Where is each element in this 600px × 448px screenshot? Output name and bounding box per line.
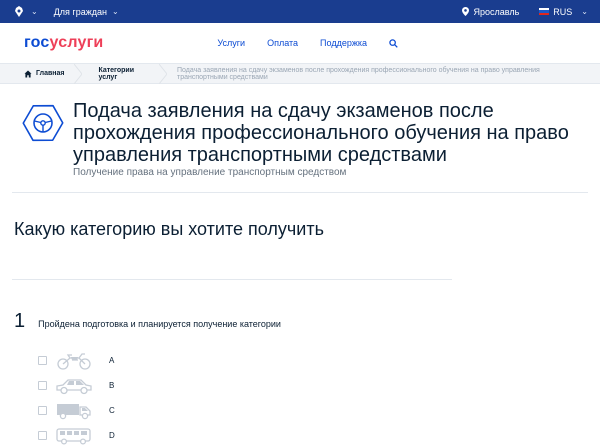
bus-icon <box>56 427 91 445</box>
option-category-b[interactable]: B <box>38 373 115 398</box>
option-category-d[interactable]: D <box>38 423 115 448</box>
option-label: C <box>109 406 115 415</box>
service-header: Подача заявления на сдачу экзаменов посл… <box>0 84 600 192</box>
steering-wheel-icon <box>22 104 64 142</box>
audience-label: Для граждан <box>53 6 107 17</box>
breadcrumb-current: Подача заявления на сдачу экзаменов посл… <box>163 64 600 83</box>
chevron-down-icon: ⌄ <box>581 7 588 16</box>
nav-services[interactable]: Услуги <box>217 38 245 48</box>
language-label: RUS <box>553 6 573 17</box>
truck-icon <box>57 403 91 419</box>
location-pin-icon <box>462 7 470 16</box>
option-category-a[interactable]: A <box>38 348 115 373</box>
checkbox[interactable] <box>38 406 47 415</box>
breadcrumb-categories[interactable]: Категории услуг <box>78 64 167 84</box>
top-bar: ⌄ Для граждан ⌄ Ярославль RUS ⌄ <box>0 0 600 23</box>
nav-support[interactable]: Поддержка <box>320 38 367 48</box>
logo-part-uslugi: услуги <box>49 34 104 51</box>
audience-selector[interactable]: Для граждан ⌄ <box>54 7 119 17</box>
breadcrumb-categories-label: Категории услуг <box>98 66 135 81</box>
page-title: Подача заявления на сдачу экзаменов посл… <box>73 100 569 166</box>
car-icon <box>56 378 92 394</box>
site-header: госуслуги Услуги Оплата Поддержка <box>0 23 600 64</box>
language-selector[interactable]: RUS ⌄ <box>539 7 588 17</box>
option-label: B <box>109 381 115 390</box>
chevron-down-icon[interactable]: ⌄ <box>31 7 38 16</box>
logo-part-gos: гос <box>24 34 50 51</box>
divider <box>12 279 452 280</box>
russian-flag-icon <box>539 8 550 15</box>
coat-of-arms-icon[interactable] <box>12 5 26 19</box>
breadcrumb-current-label: Подача заявления на сдачу экзаменов посл… <box>177 66 540 81</box>
page-subtitle: Получение права на управление транспортн… <box>73 167 347 178</box>
breadcrumb-home-label: Главная <box>36 70 65 77</box>
step-block: 1 Пройдена подготовка и планируется полу… <box>14 311 281 331</box>
chevron-down-icon: ⌄ <box>111 7 119 16</box>
location-selector[interactable]: Ярославль <box>462 7 519 17</box>
motorcycle-icon <box>57 352 91 370</box>
category-options: A B C D <box>38 348 115 448</box>
option-category-c[interactable]: C <box>38 398 115 423</box>
gosuslugi-logo[interactable]: госуслуги <box>24 34 103 52</box>
nav-payment[interactable]: Оплата <box>267 38 298 48</box>
option-label: D <box>109 431 115 440</box>
checkbox[interactable] <box>38 431 47 440</box>
breadcrumb: Главная Категории услуг Подача заявления… <box>0 64 600 84</box>
option-label: A <box>109 356 115 365</box>
checkbox[interactable] <box>38 381 47 390</box>
main-nav: Услуги Оплата Поддержка <box>217 38 398 48</box>
search-icon[interactable] <box>389 38 398 48</box>
breadcrumb-home[interactable]: Главная <box>0 64 83 84</box>
question-heading: Какую категорию вы хотите получить <box>14 219 324 239</box>
checkbox[interactable] <box>38 356 47 365</box>
home-icon <box>24 70 32 77</box>
step-number: 1 <box>14 310 26 332</box>
step-text: Пройдена подготовка и планируется получе… <box>38 319 281 329</box>
location-label: Ярославль <box>473 6 520 17</box>
